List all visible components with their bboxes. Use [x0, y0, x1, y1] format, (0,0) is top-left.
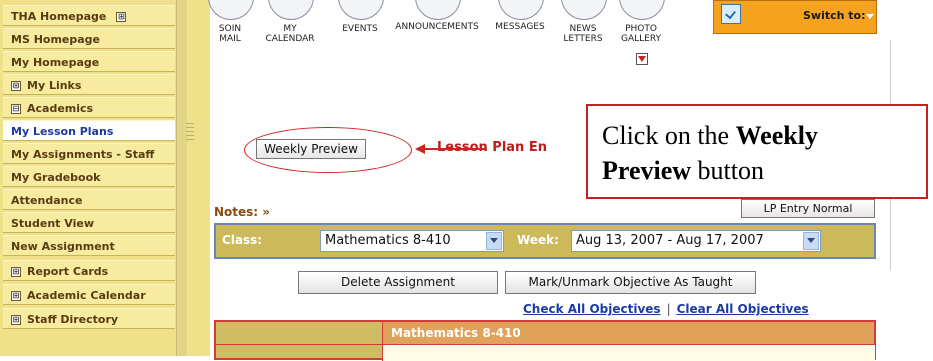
chevron-down-icon — [803, 232, 819, 250]
checkmark-icon — [721, 4, 741, 24]
photo-gallery-icon — [619, 0, 665, 20]
sidebar-splitter[interactable] — [176, 0, 187, 356]
table-cell — [382, 345, 875, 361]
sidebar-item-student-view[interactable]: Student View — [3, 212, 175, 233]
check-all-objectives-link[interactable]: Check All Objectives — [523, 302, 661, 316]
sidebar-item-tha-homepage[interactable]: THA Homepage ⊞ — [3, 5, 175, 26]
mark-objective-button[interactable]: Mark/Unmark Objective As Taught — [505, 271, 756, 294]
plus-box-icon[interactable]: ⊞ — [11, 81, 21, 91]
objective-links: Check All Objectives | Clear All Objective… — [523, 302, 809, 316]
plus-box-icon[interactable]: ⊞ — [11, 267, 21, 277]
calendar-icon — [268, 0, 314, 20]
sidebar-item-new-assignment[interactable]: New Assignment — [3, 235, 175, 256]
announcements-icon — [415, 0, 461, 20]
week-label: Week: — [517, 233, 559, 247]
sidebar-item-academic-calendar[interactable]: ⊞ Academic Calendar — [3, 284, 175, 305]
notes-toggle[interactable]: Notes: » — [214, 205, 270, 219]
events-icon — [338, 0, 384, 20]
sidebar-item-attendance[interactable]: Attendance — [3, 189, 175, 210]
splitter-grip[interactable] — [186, 120, 194, 160]
sidebar-item-my-links[interactable]: ⊞ My Links — [3, 74, 175, 95]
plus-box-icon[interactable]: ⊞ — [116, 12, 127, 22]
sidebar-item-ms-homepage[interactable]: MS Homepage — [3, 28, 175, 49]
sidebar-item-my-gradebook[interactable]: My Gradebook — [3, 166, 175, 187]
lesson-plan-table: Mathematics 8-410 — [214, 320, 876, 361]
sidebar-nav: THA Homepage ⊞ MS Homepage My Homepage ⊞ M… — [0, 0, 210, 356]
sidebar-item-academics[interactable]: ⊟ Academics — [3, 97, 175, 118]
sidebar-item-my-homepage[interactable]: My Homepage — [3, 51, 175, 72]
sidebar-item-report-cards[interactable]: ⊞ Report Cards — [3, 260, 175, 281]
table-header: Mathematics 8-410 — [382, 322, 874, 344]
link-separator: | — [666, 302, 671, 316]
week-select[interactable]: Aug 13, 2007 - Aug 17, 2007 — [571, 230, 821, 252]
plus-box-icon[interactable]: ⊞ — [11, 291, 21, 301]
switch-to-menu[interactable]: Switch to: — [713, 0, 877, 34]
class-week-bar: Class: Mathematics 8-410 Week: Aug 13, 2… — [214, 223, 876, 259]
delete-assignment-button[interactable]: Delete Assignment — [298, 271, 498, 294]
messages-icon — [498, 0, 544, 20]
mail-icon — [208, 0, 254, 20]
instruction-callout: Click on the Weekly Preview button — [586, 104, 928, 199]
highlight-oval — [244, 127, 412, 173]
sidebar-item-my-lesson-plans[interactable]: My Lesson Plans — [3, 120, 175, 141]
chevron-down-icon — [866, 14, 874, 19]
newsletter-icon — [561, 0, 607, 20]
chevron-down-icon — [486, 232, 502, 250]
class-select[interactable]: Mathematics 8-410 — [320, 230, 504, 252]
class-label: Class: — [222, 233, 263, 247]
sidebar-item-my-assignments-staff[interactable]: My Assignments - Staff — [3, 143, 175, 164]
plus-box-icon[interactable]: ⊞ — [11, 315, 21, 325]
lp-entry-normal-button[interactable]: LP Entry Normal — [741, 199, 875, 218]
top-toolbar: SOIN MAIL MY CALENDAR EVENTS ANNOUNCEMENTS… — [208, 0, 715, 70]
table-row — [216, 344, 875, 361]
dropdown-arrow-icon[interactable] — [636, 53, 648, 65]
sidebar-item-staff-directory[interactable]: ⊞ Staff Directory — [3, 308, 175, 329]
arrow-left-icon — [415, 144, 485, 154]
minus-box-icon[interactable]: ⊟ — [11, 104, 21, 114]
clear-all-objectives-link[interactable]: Clear All Objectives — [677, 302, 809, 316]
